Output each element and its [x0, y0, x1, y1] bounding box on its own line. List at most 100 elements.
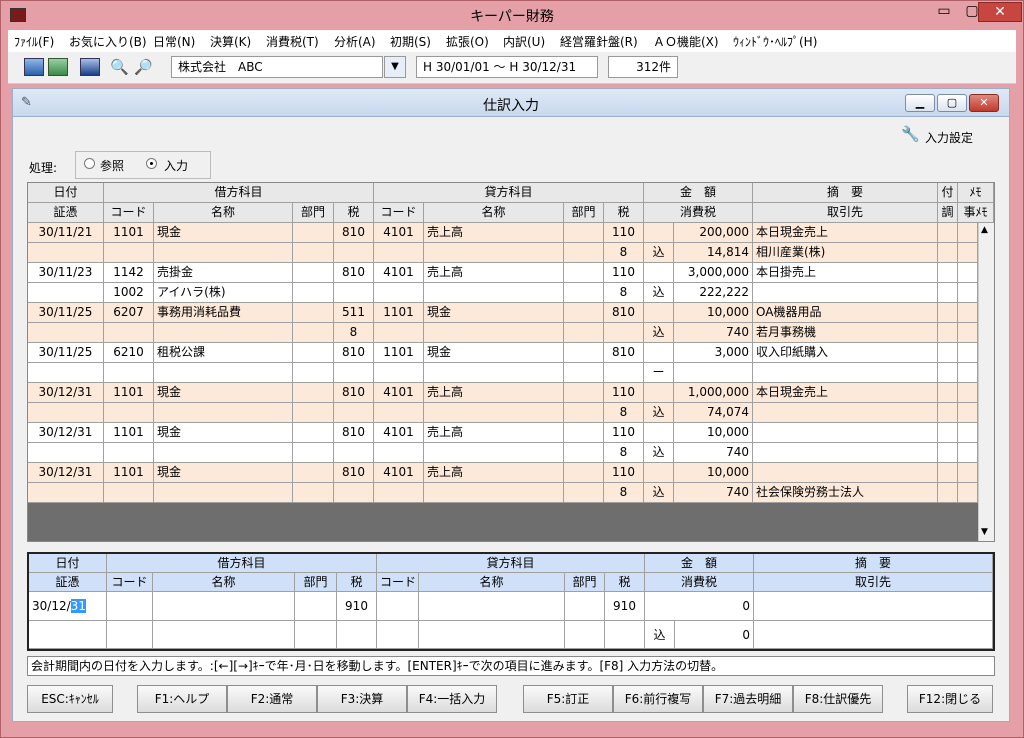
entry-field[interactable]	[107, 621, 153, 649]
cell-kom[interactable]	[644, 263, 674, 283]
cell-dcode[interactable]: 6207	[104, 303, 154, 323]
cell-cdept[interactable]	[564, 463, 604, 483]
radio-input[interactable]	[146, 158, 157, 169]
display-icon[interactable]	[24, 58, 44, 76]
cell-dtax[interactable]	[334, 283, 374, 303]
minimize-button[interactable]: ▭	[930, 2, 958, 22]
cell-date[interactable]	[28, 443, 104, 463]
cell-amount[interactable]: 10,000	[674, 303, 753, 323]
cell-amount[interactable]: 740	[674, 483, 753, 503]
cell-dtax[interactable]	[334, 403, 374, 423]
cell-cname[interactable]: 売上高	[424, 263, 564, 283]
entry-date-day[interactable]: 31	[70, 599, 86, 613]
cell-ctax[interactable]	[604, 363, 644, 383]
cell-cname[interactable]	[424, 363, 564, 383]
cell-kom[interactable]	[644, 463, 674, 483]
cell-ccode[interactable]	[374, 323, 424, 343]
cell-dname[interactable]	[154, 483, 293, 503]
cell-ddept[interactable]	[293, 223, 334, 243]
cell-memo[interactable]	[958, 343, 978, 363]
grid-scrollbar[interactable]: ▲ ▼	[978, 223, 994, 541]
cell-desc[interactable]: 相川産業(株)	[753, 243, 938, 263]
company-select[interactable]: 株式会社 ABC	[171, 56, 383, 78]
cell-desc[interactable]	[753, 283, 938, 303]
entry-debit-tax[interactable]: 910	[337, 592, 377, 621]
cell-ddept[interactable]	[293, 263, 334, 283]
cell-cdept[interactable]	[564, 403, 604, 423]
cell-amount[interactable]: 10,000	[674, 463, 753, 483]
cell-amount[interactable]: 1,000,000	[674, 383, 753, 403]
cell-memo[interactable]	[958, 263, 978, 283]
cell-cdept[interactable]	[564, 283, 604, 303]
entry-field[interactable]	[419, 592, 565, 621]
cell-date[interactable]: 30/11/25	[28, 303, 104, 323]
cell-desc[interactable]	[753, 443, 938, 463]
cell-amount[interactable]: 3,000,000	[674, 263, 753, 283]
radio-input-label[interactable]: 入力	[164, 157, 188, 174]
cell-kom[interactable]	[644, 423, 674, 443]
cell-fu[interactable]	[938, 283, 958, 303]
cell-ccode[interactable]	[374, 403, 424, 423]
cell-ctax[interactable]: 8	[604, 443, 644, 463]
cell-ctax[interactable]: 110	[604, 463, 644, 483]
cell-amount[interactable]	[674, 363, 753, 383]
cell-memo[interactable]	[958, 383, 978, 403]
cell-ctax[interactable]: 8	[604, 403, 644, 423]
cell-fu[interactable]	[938, 363, 958, 383]
cell-ccode[interactable]: 4101	[374, 383, 424, 403]
menu-window-help[interactable]: ｳｨﾝﾄﾞｳ･ﾍﾙﾌﾟ(H)	[733, 33, 817, 50]
entry-field[interactable]	[419, 621, 565, 649]
radio-ref[interactable]	[84, 158, 95, 169]
cell-fu[interactable]	[938, 263, 958, 283]
cell-cname[interactable]: 売上高	[424, 383, 564, 403]
cell-cname[interactable]: 現金	[424, 343, 564, 363]
cell-cdept[interactable]	[564, 483, 604, 503]
cell-dname[interactable]: 租税公課	[154, 343, 293, 363]
cell-dname[interactable]: 現金	[154, 383, 293, 403]
esc-cancel-button[interactable]: ESC:ｷｬﾝｾﾙ	[27, 685, 113, 713]
cell-dtax[interactable]: 810	[334, 223, 374, 243]
entry-tax-amount[interactable]: 0	[675, 621, 754, 649]
cell-cname[interactable]	[424, 403, 564, 423]
cell-cname[interactable]: 現金	[424, 303, 564, 323]
cell-date[interactable]: 30/11/21	[28, 223, 104, 243]
menu-tax[interactable]: 消費税(T)	[266, 33, 319, 50]
f4-bulk-button[interactable]: F4:一括入力	[407, 685, 497, 713]
cell-dtax[interactable]: 810	[334, 383, 374, 403]
cell-dname[interactable]	[154, 323, 293, 343]
cell-cdept[interactable]	[564, 343, 604, 363]
menu-compass[interactable]: 経営羅針盤(R)	[560, 33, 638, 50]
cell-dcode[interactable]	[104, 443, 154, 463]
cell-memo[interactable]	[958, 403, 978, 423]
cell-desc[interactable]	[753, 403, 938, 423]
cell-cdept[interactable]	[564, 443, 604, 463]
menu-favorites[interactable]: お気に入り(B)	[69, 33, 147, 50]
cell-dname[interactable]: 現金	[154, 423, 293, 443]
cell-dcode[interactable]: 1101	[104, 423, 154, 443]
cell-dtax[interactable]	[334, 243, 374, 263]
cell-cname[interactable]	[424, 243, 564, 263]
cell-desc[interactable]	[753, 463, 938, 483]
cell-memo[interactable]	[958, 423, 978, 443]
cell-ccode[interactable]: 1101	[374, 343, 424, 363]
cell-fu[interactable]	[938, 303, 958, 323]
entry-tax-included[interactable]: 込	[645, 621, 675, 649]
cell-kom[interactable]: 込	[644, 243, 674, 263]
cell-cdept[interactable]	[564, 323, 604, 343]
cell-desc[interactable]	[753, 363, 938, 383]
cell-ctax[interactable]: 8	[604, 283, 644, 303]
cell-amount[interactable]: 740	[674, 323, 753, 343]
cell-dtax[interactable]: 810	[334, 263, 374, 283]
cell-ctax[interactable]: 110	[604, 423, 644, 443]
cell-fu[interactable]	[938, 383, 958, 403]
image-icon[interactable]	[80, 58, 100, 76]
cell-dname[interactable]	[154, 363, 293, 383]
cell-amount[interactable]: 10,000	[674, 423, 753, 443]
cell-fu[interactable]	[938, 443, 958, 463]
cell-dname[interactable]: アイハラ(株)	[154, 283, 293, 303]
f7-history-button[interactable]: F7:過去明細	[703, 685, 793, 713]
cell-memo[interactable]	[958, 223, 978, 243]
cell-dcode[interactable]: 1101	[104, 223, 154, 243]
cell-cdept[interactable]	[564, 263, 604, 283]
chevron-down-icon[interactable]: ▼	[384, 56, 406, 78]
